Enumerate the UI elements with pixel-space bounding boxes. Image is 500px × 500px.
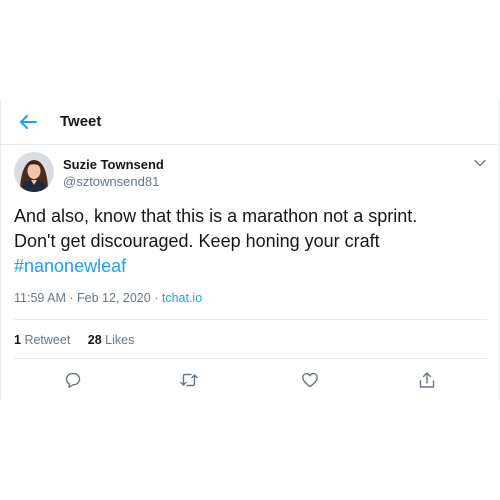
engagement-stats: 1 Retweet 28 Likes — [14, 333, 134, 347]
meta-separator: · — [154, 291, 159, 305]
tweet-meta: 11:59 AM · Feb 12, 2020 · tchat.io — [14, 291, 202, 305]
meta-separator: · — [69, 291, 74, 305]
likes-label: Likes — [105, 333, 135, 347]
author-name[interactable]: Suzie Townsend — [63, 157, 164, 172]
reply-icon — [65, 372, 81, 388]
likes-count: 28 — [87, 333, 102, 347]
avatar[interactable] — [14, 152, 54, 192]
tweet-date[interactable]: Feb 12, 2020 — [77, 291, 151, 305]
header-bar: Tweet — [1, 100, 499, 145]
back-button[interactable] — [15, 109, 41, 135]
like-icon — [302, 372, 318, 388]
like-button[interactable] — [300, 370, 320, 390]
divider — [14, 358, 487, 359]
reply-button[interactable] — [63, 370, 83, 390]
tweet-text-line-2: Don't get discouraged. Keep honing your … — [14, 231, 380, 251]
author-handle[interactable]: @sztownsend81 — [63, 174, 159, 189]
share-icon — [419, 372, 435, 388]
retweets-label: Retweet — [24, 333, 71, 347]
retweets-count: 1 — [14, 333, 21, 347]
source-link[interactable]: tchat.io — [162, 291, 202, 305]
back-arrow-icon — [20, 115, 37, 129]
divider — [14, 319, 487, 320]
hashtag-link[interactable]: #nanonewleaf — [14, 254, 484, 279]
page-title: Tweet — [60, 113, 102, 130]
tweet-card: Tweet Suzie Townsend @sztownsend81 And a… — [0, 100, 500, 400]
retweet-button[interactable] — [179, 370, 199, 390]
retweets-stat[interactable]: 1 Retweet — [14, 333, 70, 347]
tweet-text-line-1: And also, know that this is a marathon n… — [14, 206, 418, 226]
likes-stat[interactable]: 28 Likes — [88, 333, 135, 347]
tweet-time[interactable]: 11:59 AM — [14, 291, 66, 305]
chevron-down-icon — [474, 159, 486, 167]
retweet-icon — [180, 373, 198, 387]
more-options-button[interactable] — [471, 156, 489, 170]
tweet-text: And also, know that this is a marathon n… — [14, 204, 484, 279]
share-button[interactable] — [417, 370, 437, 390]
